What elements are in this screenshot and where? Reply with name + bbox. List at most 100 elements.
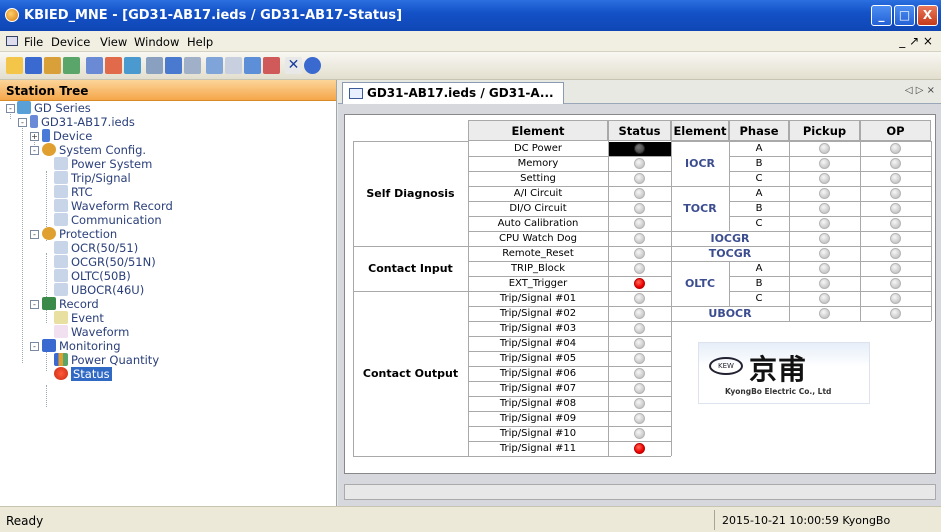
tree-oltc[interactable]: OLTC(50B) xyxy=(54,269,131,283)
element-cell: Trip/Signal #05 xyxy=(499,353,577,364)
horizontal-scrollbar[interactable] xyxy=(344,484,936,500)
op-indicator xyxy=(890,278,901,289)
status-indicator xyxy=(634,278,645,289)
table-icon[interactable] xyxy=(184,57,201,74)
tree-device[interactable]: Device xyxy=(42,129,92,143)
window-title: KBIED_MNE - [GD31-AB17.ieds / GD31-AB17-… xyxy=(24,8,403,23)
close-button[interactable]: X xyxy=(917,5,938,26)
pickup-indicator xyxy=(819,143,830,154)
op-indicator xyxy=(890,218,901,229)
status-indicator xyxy=(634,413,645,424)
tree-monitoring[interactable]: Monitoring xyxy=(42,339,121,353)
phase-cell: C xyxy=(755,293,763,304)
station-tree-panel: Station Tree - GD Series - GD31-AB17.ied… xyxy=(0,80,337,506)
phase-cell: B xyxy=(755,158,763,169)
settings-icon[interactable] xyxy=(146,57,163,74)
status-indicator xyxy=(634,383,645,394)
header-element-2: Element xyxy=(671,120,729,141)
toolbar: ✕ xyxy=(0,52,941,80)
tab-strip: GD31-AB17.ieds / GD31-A... ◁ ▷ × xyxy=(338,80,941,104)
tree-record[interactable]: Record xyxy=(42,297,99,311)
link-icon[interactable] xyxy=(244,57,261,74)
tree-waveform-record[interactable]: Waveform Record xyxy=(54,199,173,213)
tree-event[interactable]: Event xyxy=(54,311,104,325)
pencil-icon xyxy=(54,269,68,282)
pickup-indicator xyxy=(819,278,830,289)
grid-line xyxy=(353,291,468,292)
element-cell: Trip/Signal #10 xyxy=(499,428,577,439)
tab-nav-arrows[interactable]: ◁ ▷ × xyxy=(905,85,935,96)
op-indicator xyxy=(890,143,901,154)
menu-device[interactable]: Device xyxy=(51,35,90,49)
phase-cell: B xyxy=(755,278,763,289)
op-indicator xyxy=(890,308,901,319)
monitor-icon[interactable] xyxy=(165,57,182,74)
open-icon[interactable] xyxy=(44,57,61,74)
gear-icon xyxy=(42,143,56,156)
mdi-controls[interactable]: _ ↗ × xyxy=(899,34,933,48)
tree-power-system[interactable]: Power System xyxy=(54,157,152,171)
tree-waveform[interactable]: Waveform xyxy=(54,325,129,339)
chart-icon[interactable] xyxy=(225,57,242,74)
pickup-indicator xyxy=(819,263,830,274)
maximize-button[interactable]: □ xyxy=(894,5,915,26)
unlink-icon[interactable] xyxy=(263,57,280,74)
download-icon[interactable] xyxy=(124,57,141,74)
group-iocr: IOCR xyxy=(685,157,715,170)
element-cell: Trip/Signal #04 xyxy=(499,338,577,349)
mdi-doc-icon[interactable] xyxy=(6,36,18,46)
close-doc-icon[interactable]: ✕ xyxy=(285,57,302,74)
tree-icon[interactable] xyxy=(63,57,80,74)
group-ubocr: UBOCR xyxy=(708,307,752,320)
element-cell: Trip/Signal #09 xyxy=(499,413,577,424)
menu-bar: File Device View Window Help _ ↗ × xyxy=(0,31,941,52)
header-phase: Phase xyxy=(729,120,789,141)
monitor-icon xyxy=(42,339,56,352)
status-bar: Ready 2015-10-21 10:00:59 KyongBo xyxy=(0,506,941,532)
element-cell: Memory xyxy=(517,158,559,169)
tree-communication[interactable]: Communication xyxy=(54,213,162,227)
folder-icon xyxy=(17,101,31,114)
tree-power-quantity[interactable]: Power Quantity xyxy=(54,353,159,367)
pickup-indicator xyxy=(819,218,830,229)
group-tocr: TOCR xyxy=(683,202,717,215)
element-cell: Trip/Signal #02 xyxy=(499,308,577,319)
tree-ieds-file[interactable]: GD31-AB17.ieds xyxy=(30,115,135,129)
element-cell: Trip/Signal #07 xyxy=(499,383,577,394)
tree-protection[interactable]: Protection xyxy=(42,227,117,241)
save-icon[interactable] xyxy=(25,57,42,74)
upload-icon[interactable] xyxy=(105,57,122,74)
tree-ocr[interactable]: OCR(50/51) xyxy=(54,241,138,255)
tree-system-config[interactable]: System Config. xyxy=(42,143,146,157)
list-icon[interactable] xyxy=(86,57,103,74)
element-cell: Auto Calibration xyxy=(497,218,579,229)
title-bar: KBIED_MNE - [GD31-AB17.ieds / GD31-AB17-… xyxy=(0,0,941,31)
element-cell: Remote_Reset xyxy=(502,248,574,259)
minimize-button[interactable]: _ xyxy=(871,5,892,26)
tree-rtc[interactable]: RTC xyxy=(54,185,93,199)
menu-file[interactable]: File xyxy=(24,35,43,49)
tab-label: GD31-AB17.ieds / GD31-A... xyxy=(367,86,554,100)
status-indicator xyxy=(634,203,645,214)
status-indicator xyxy=(634,338,645,349)
pencil-icon xyxy=(54,241,68,254)
pencil-icon xyxy=(54,171,68,184)
tree-gd-series[interactable]: GD Series xyxy=(17,101,91,115)
tree-ocgr[interactable]: OCGR(50/51N) xyxy=(54,255,156,269)
document-icon xyxy=(349,88,363,99)
menu-window[interactable]: Window xyxy=(134,35,179,49)
tab-status[interactable]: GD31-AB17.ieds / GD31-A... xyxy=(342,82,564,104)
tree-status[interactable]: Status xyxy=(54,367,112,381)
help-icon[interactable] xyxy=(304,57,321,74)
window-icon[interactable] xyxy=(206,57,223,74)
status-indicator xyxy=(634,323,645,334)
menu-help[interactable]: Help xyxy=(187,35,213,49)
element-cell: Setting xyxy=(520,173,556,184)
tree-trip-signal[interactable]: Trip/Signal xyxy=(54,171,131,185)
header-pickup: Pickup xyxy=(789,120,860,141)
status-icon xyxy=(54,367,68,380)
menu-view[interactable]: View xyxy=(100,35,127,49)
new-icon[interactable] xyxy=(6,57,23,74)
tree-ubocr[interactable]: UBOCR(46U) xyxy=(54,283,144,297)
grid-line xyxy=(353,141,354,456)
